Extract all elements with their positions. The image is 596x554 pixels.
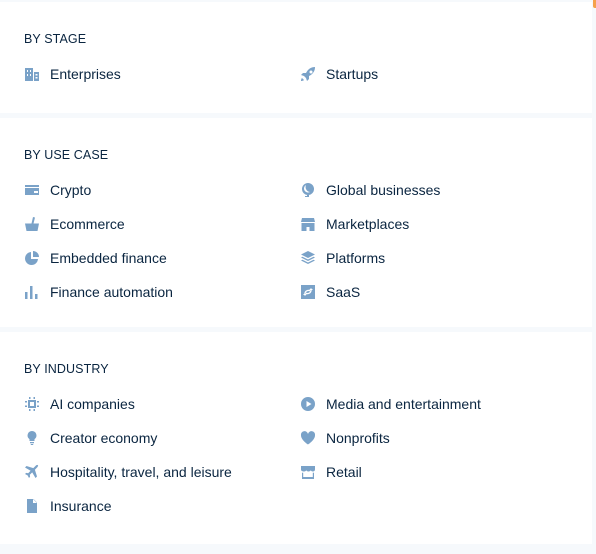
shop-icon (300, 464, 316, 480)
menu-item-label: Hospitality, travel, and leisure (50, 464, 232, 480)
layers-icon (300, 250, 316, 266)
menu-item-marketplaces[interactable]: Marketplaces (300, 214, 576, 234)
globe-icon (300, 182, 316, 198)
heart-icon (300, 430, 316, 446)
menu-item-crypto[interactable]: Crypto (24, 180, 300, 200)
menu-item-label: Insurance (50, 498, 112, 514)
item-grid: Enterprises Startups (24, 64, 584, 84)
section-heading: BY INDUSTRY (24, 362, 109, 376)
wallet-icon (24, 182, 40, 198)
menu-item-label: Global businesses (326, 182, 441, 198)
play-icon (300, 396, 316, 412)
menu-item-media-and-entertainment[interactable]: Media and entertainment (300, 394, 576, 414)
menu-item-label: Platforms (326, 250, 386, 266)
menu-item-embedded-finance[interactable]: Embedded finance (24, 248, 300, 268)
recurring-icon (300, 284, 316, 300)
menu-item-label: SaaS (326, 284, 361, 300)
item-grid: AI companies Media and entertainment Cre… (24, 394, 584, 516)
menu-item-label: Retail (326, 464, 362, 480)
document-icon (24, 498, 40, 514)
menu-item-finance-automation[interactable]: Finance automation (24, 282, 300, 302)
section-heading: BY STAGE (24, 32, 87, 46)
item-grid: Crypto Global businesses Ecommerce Marke… (24, 180, 584, 302)
menu-item-platforms[interactable]: Platforms (300, 248, 576, 268)
storefront-icon (300, 216, 316, 232)
pie-chart-icon (24, 250, 40, 266)
section-heading: BY USE CASE (24, 148, 109, 162)
menu-item-retail[interactable]: Retail (300, 462, 576, 482)
menu-item-label: Creator economy (50, 430, 158, 446)
menu-item-label: Embedded finance (50, 250, 167, 266)
menu-item-label: Nonprofits (326, 430, 390, 446)
menu-item-label: Finance automation (50, 284, 173, 300)
menu-item-ai-companies[interactable]: AI companies (24, 394, 300, 414)
menu-item-saas[interactable]: SaaS (300, 282, 576, 302)
rocket-icon (300, 66, 316, 82)
menu-item-label: Enterprises (50, 66, 121, 82)
section-by-use-case: BY USE CASE Crypto Global businesses Eco… (0, 118, 592, 327)
menu-item-insurance[interactable]: Insurance (24, 496, 300, 516)
menu-item-label: Crypto (50, 182, 92, 198)
chip-icon (24, 396, 40, 412)
section-by-stage: BY STAGE Enterprises Startups (0, 2, 592, 113)
lightbulb-icon (24, 430, 40, 446)
bar-chart-icon (24, 284, 40, 300)
basket-icon (24, 216, 40, 232)
menu-item-ecommerce[interactable]: Ecommerce (24, 214, 300, 234)
menu-item-label: Marketplaces (326, 216, 410, 232)
plane-icon (24, 464, 40, 480)
section-by-industry: BY INDUSTRY AI companies Media and enter… (0, 332, 592, 544)
menu-item-label: AI companies (50, 396, 135, 412)
menu-item-nonprofits[interactable]: Nonprofits (300, 428, 576, 448)
menu-item-label: Media and entertainment (326, 396, 481, 412)
menu-item-label: Ecommerce (50, 216, 125, 232)
menu-item-hospitality-travel-leisure[interactable]: Hospitality, travel, and leisure (24, 462, 300, 482)
menu-item-creator-economy[interactable]: Creator economy (24, 428, 300, 448)
menu-item-startups[interactable]: Startups (300, 64, 576, 84)
building-icon (24, 66, 40, 82)
menu-item-global-businesses[interactable]: Global businesses (300, 180, 576, 200)
menu-item-enterprises[interactable]: Enterprises (24, 64, 300, 84)
menu-item-label: Startups (326, 66, 379, 82)
